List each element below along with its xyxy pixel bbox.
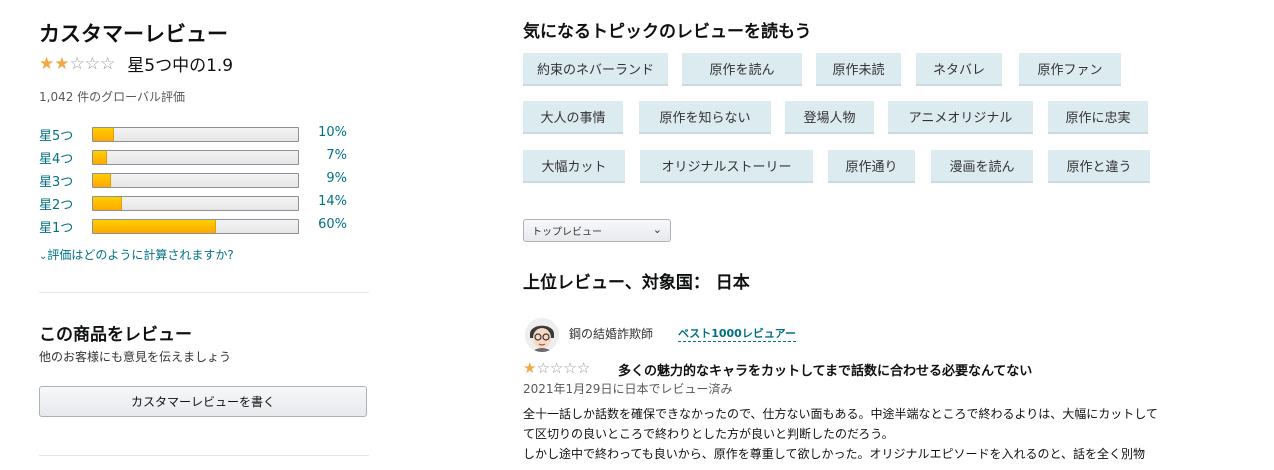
review-stars: ★ ☆ ☆ ☆ ☆: [523, 359, 590, 377]
divider: [39, 455, 369, 456]
histogram-row[interactable]: 星3つ 9%: [39, 170, 359, 193]
reviewer-avatar[interactable]: [525, 318, 559, 352]
review-body: 全十一話しか話数を確保できなかったので、仕方ない面もある。中途半端なところで終わ…: [523, 404, 1268, 464]
histogram-bar[interactable]: [92, 219, 299, 234]
global-rating-count: 1,042 件のグローバル評価: [39, 90, 186, 104]
topic-chip[interactable]: ネタバレ: [916, 53, 1002, 86]
star-empty-icon: ☆: [576, 359, 591, 377]
sort-selected-value: トップレビュー: [532, 227, 602, 238]
avatar-illustration: [525, 318, 559, 352]
star-empty-icon: ☆: [84, 53, 100, 74]
histogram-bar-fill: [93, 220, 216, 233]
topic-chip[interactable]: 約束のネバーランド: [523, 53, 668, 86]
star-empty-icon: ☆: [536, 359, 550, 377]
star-full-icon: ★: [39, 53, 55, 74]
star-empty-icon: ☆: [549, 359, 564, 377]
topic-chip[interactable]: 大人の事情: [523, 101, 623, 134]
topic-chip[interactable]: 原作を読ん: [682, 53, 802, 86]
histogram-row[interactable]: 星4つ 7%: [39, 147, 359, 170]
star-empty-icon: ☆: [100, 53, 116, 74]
histogram-star-label[interactable]: 星4つ: [39, 148, 73, 167]
histogram-bar[interactable]: [92, 196, 299, 211]
average-rating-text: 星5つ中の1.9: [127, 56, 234, 76]
rating-histogram: 星5つ 10% 星4つ 7% 星3つ 9% 星2つ 14% 星1つ 60%: [39, 124, 359, 239]
review-body-line: しかし途中で終わっても良いから、原作を尊重して欲しかった。オリジナルエピソードを…: [523, 447, 1145, 461]
review-body-line: て区切りの良いところで終わりとした方が良いと判断したのだろう。: [523, 427, 894, 441]
reviews-title: カスタマーレビュー: [39, 22, 228, 46]
histogram-percent[interactable]: 7%: [309, 148, 347, 163]
topic-chip[interactable]: 原作を知らない: [639, 101, 771, 134]
histogram-percent[interactable]: 60%: [309, 217, 347, 232]
review-date: 2021年1月29日に日本でレビュー済み: [523, 382, 733, 396]
histogram-bar-fill: [93, 197, 122, 210]
histogram-bar-fill: [93, 128, 114, 141]
star-empty-icon: ☆: [69, 53, 85, 74]
histogram-row[interactable]: 星5つ 10%: [39, 124, 359, 147]
write-review-subtitle: 他のお客様にも意見を伝えましょう: [39, 350, 232, 364]
star-empty-icon: ☆: [563, 359, 577, 377]
star-full-icon: ★: [523, 359, 537, 377]
topic-chip[interactable]: 原作に忠実: [1048, 101, 1148, 134]
histogram-bar[interactable]: [92, 173, 299, 188]
star-full-icon: ★: [54, 53, 70, 74]
topic-chip[interactable]: 原作通り: [828, 150, 915, 183]
average-rating: ★ ★ ☆ ☆ ☆ 星5つ中の1.9: [39, 51, 234, 77]
histogram-star-label[interactable]: 星3つ: [39, 171, 73, 190]
histogram-bar-fill: [93, 151, 108, 164]
top-reviews-heading: 上位レビュー、対象国： 日本: [523, 273, 750, 293]
histogram-star-label[interactable]: 星1つ: [39, 217, 73, 236]
topic-chip[interactable]: 大幅カット: [523, 150, 625, 183]
topic-chip[interactable]: 漫画を読ん: [931, 150, 1033, 183]
histogram-star-label[interactable]: 星2つ: [39, 194, 73, 213]
topic-chip[interactable]: 原作ファン: [1019, 53, 1121, 86]
topic-chip[interactable]: オリジナルストーリー: [640, 150, 813, 183]
rating-stars: ★ ★ ☆ ☆ ☆: [39, 54, 115, 74]
how-calculated-link[interactable]: ⌄評価はどのように計算されますか?: [39, 246, 234, 263]
sort-select[interactable]: トップレビュー ⌄: [523, 219, 671, 242]
write-review-button[interactable]: カスタマーレビューを書く: [39, 386, 367, 417]
topic-chip[interactable]: 原作未読: [816, 53, 901, 86]
histogram-row[interactable]: 星2つ 14%: [39, 193, 359, 216]
review-title[interactable]: 多くの魅力的なキャラをカットしてまで話数に合わせる必要なんてない: [618, 360, 1032, 379]
topics-title: 気になるトピックのレビューを読もう: [523, 22, 812, 42]
histogram-percent[interactable]: 9%: [309, 171, 347, 186]
histogram-bar[interactable]: [92, 127, 299, 142]
histogram-star-label[interactable]: 星5つ: [39, 125, 73, 144]
write-review-title: この商品をレビュー: [39, 325, 192, 345]
topic-chip[interactable]: アニメオリジナル: [888, 101, 1033, 134]
topic-chip[interactable]: 登場人物: [785, 101, 874, 134]
histogram-percent[interactable]: 14%: [309, 194, 347, 209]
histogram-bar-fill: [93, 174, 112, 187]
histogram-percent[interactable]: 10%: [309, 125, 347, 140]
histogram-bar[interactable]: [92, 150, 299, 165]
topic-chip[interactable]: 原作と違う: [1048, 150, 1150, 183]
top-reviewer-badge[interactable]: ベスト1000レビュアー: [678, 325, 796, 342]
divider: [39, 292, 369, 293]
reviewer-name[interactable]: 鋼の結婚詐欺師: [569, 325, 653, 342]
histogram-row[interactable]: 星1つ 60%: [39, 216, 359, 239]
review-body-line: 全十一話しか話数を確保できなかったので、仕方ない面もある。中途半端なところで終わ…: [523, 407, 1158, 421]
chevron-down-icon: ⌄: [652, 223, 662, 236]
